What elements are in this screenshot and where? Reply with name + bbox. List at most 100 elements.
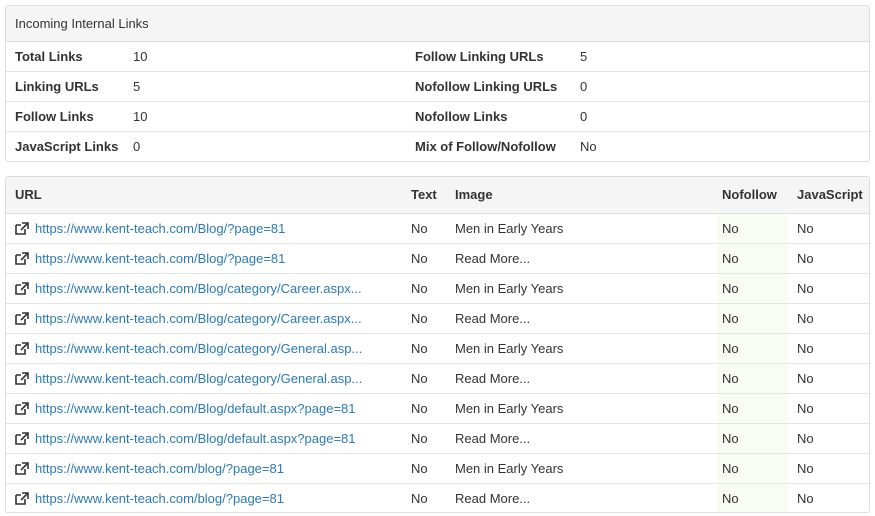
javascript-cell: No — [788, 393, 869, 424]
external-link-icon[interactable] — [15, 221, 29, 235]
url-cell: https://www.kent-teach.com/Blog/?page=81 — [6, 243, 402, 274]
nofollow-cell: No — [717, 333, 788, 364]
nofollow-cell: No — [717, 483, 788, 512]
mix-follow-nofollow-label: Mix of Follow/Nofollow — [415, 139, 556, 154]
table-row: https://www.kent-teach.com/Blog/default.… — [6, 393, 869, 424]
text-cell: No — [411, 490, 428, 506]
summary-stats: Total Links 10 Follow Linking URLs 5 Lin… — [6, 42, 869, 161]
url-cell-content: https://www.kent-teach.com/Blog/default.… — [15, 431, 402, 446]
text-cell: No — [402, 303, 446, 334]
linking-url-link[interactable]: https://www.kent-teach.com/blog/?page=81 — [35, 461, 284, 476]
text-cell: No — [402, 423, 446, 454]
links-table: URL Text Image Nofollow JavaScript https… — [6, 177, 869, 512]
url-cell: https://www.kent-teach.com/Blog/category… — [6, 273, 402, 304]
nofollow-cell: No — [717, 423, 788, 454]
text-cell: No — [402, 243, 446, 274]
linking-urls-label: Linking URLs — [15, 79, 99, 94]
url-cell-content: https://www.kent-teach.com/Blog/category… — [15, 371, 402, 386]
table-row: https://www.kent-teach.com/blog/?page=81… — [6, 453, 869, 484]
linking-url-link[interactable]: https://www.kent-teach.com/Blog/category… — [35, 371, 362, 386]
url-cell: https://www.kent-teach.com/Blog/category… — [6, 333, 402, 364]
javascript-cell: No — [788, 363, 869, 394]
linking-url-link[interactable]: https://www.kent-teach.com/blog/?page=81 — [35, 491, 284, 506]
javascript-links-value: 0 — [133, 139, 141, 154]
external-link-icon[interactable] — [15, 371, 29, 385]
linking-url-link[interactable]: https://www.kent-teach.com/Blog/?page=81 — [35, 221, 285, 236]
nofollow-links-label: Nofollow Links — [415, 109, 508, 124]
linking-url-link[interactable]: https://www.kent-teach.com/Blog/default.… — [35, 401, 356, 416]
nofollow-cell: No — [717, 303, 788, 334]
javascript-cell: No — [797, 490, 814, 506]
nofollow-links-value: 0 — [580, 109, 588, 124]
mix-follow-nofollow-value: No — [580, 139, 597, 154]
external-link-icon[interactable] — [15, 431, 29, 445]
url-cell: https://www.kent-teach.com/Blog/?page=81 — [6, 213, 402, 244]
image-cell: Men in Early Years — [446, 333, 717, 364]
follow-linking-urls-value: 5 — [580, 49, 588, 64]
table-row: https://www.kent-teach.com/Blog/default.… — [6, 423, 869, 454]
javascript-cell: No — [788, 213, 869, 244]
javascript-column-header[interactable]: JavaScript — [788, 177, 869, 214]
nofollow-linking-urls-label: Nofollow Linking URLs — [415, 79, 558, 94]
table-row: https://www.kent-teach.com/Blog/?page=81… — [6, 213, 869, 244]
url-cell-content: https://www.kent-teach.com/Blog/category… — [15, 311, 402, 326]
javascript-cell: No — [788, 423, 869, 454]
url-cell: https://www.kent-teach.com/Blog/category… — [6, 363, 402, 394]
links-table-panel: URL Text Image Nofollow JavaScript https… — [5, 176, 870, 513]
image-cell: Men in Early Years — [446, 393, 717, 424]
stats-row: Linking URLs 5 Nofollow Linking URLs 0 — [6, 72, 869, 102]
text-cell: No — [402, 273, 446, 304]
text-cell: No — [402, 213, 446, 244]
javascript-links-label: JavaScript Links — [15, 139, 119, 154]
image-cell: Men in Early Years — [446, 273, 717, 304]
external-link-icon[interactable] — [15, 341, 29, 355]
external-link-icon[interactable] — [15, 251, 29, 265]
table-row: https://www.kent-teach.com/Blog/category… — [6, 363, 869, 394]
url-cell-content: https://www.kent-teach.com/blog/?page=81 — [15, 461, 402, 476]
javascript-cell: No — [788, 333, 869, 364]
follow-linking-urls-label: Follow Linking URLs — [415, 49, 544, 64]
nofollow-cell: No — [717, 393, 788, 424]
url-cell-content: https://www.kent-teach.com/Blog/?page=81 — [15, 251, 402, 266]
external-link-icon[interactable] — [15, 311, 29, 325]
url-cell: https://www.kent-teach.com/blog/?page=81 — [6, 483, 402, 512]
linking-url-link[interactable]: https://www.kent-teach.com/Blog/category… — [35, 281, 362, 296]
external-link-icon[interactable] — [15, 281, 29, 295]
text-column-header[interactable]: Text — [402, 177, 446, 214]
table-row: https://www.kent-teach.com/Blog/?page=81… — [6, 243, 869, 274]
url-cell-content: https://www.kent-teach.com/blog/?page=81 — [15, 491, 402, 506]
image-cell: Read More... — [446, 363, 717, 394]
nofollow-column-header[interactable]: Nofollow — [717, 177, 788, 214]
image-cell: Read More... — [446, 303, 717, 334]
linking-url-link[interactable]: https://www.kent-teach.com/Blog/?page=81 — [35, 251, 285, 266]
image-cell: Men in Early Years — [446, 213, 717, 244]
nofollow-cell: No — [717, 453, 788, 484]
linking-url-link[interactable]: https://www.kent-teach.com/Blog/category… — [35, 311, 362, 326]
stats-row: Follow Links 10 Nofollow Links 0 — [6, 102, 869, 132]
links-table-body: https://www.kent-teach.com/Blog/?page=81… — [6, 213, 869, 512]
total-links-value: 10 — [133, 49, 148, 64]
linking-url-link[interactable]: https://www.kent-teach.com/Blog/default.… — [35, 431, 356, 446]
nofollow-linking-urls-value: 0 — [580, 79, 588, 94]
panel-title: Incoming Internal Links — [6, 6, 869, 42]
stats-row: Total Links 10 Follow Linking URLs 5 — [6, 42, 869, 72]
image-column-header[interactable]: Image — [446, 177, 717, 214]
table-row: https://www.kent-teach.com/Blog/category… — [6, 303, 869, 334]
table-header-row: URL Text Image Nofollow JavaScript — [6, 177, 869, 214]
external-link-icon[interactable] — [15, 461, 29, 475]
follow-links-value: 10 — [133, 109, 148, 124]
url-cell-content: https://www.kent-teach.com/Blog/?page=81 — [15, 221, 402, 236]
total-links-label: Total Links — [15, 49, 83, 64]
external-link-icon[interactable] — [15, 401, 29, 415]
linking-url-link[interactable]: https://www.kent-teach.com/Blog/category… — [35, 341, 362, 356]
javascript-cell: No — [788, 453, 869, 484]
external-link-icon[interactable] — [15, 491, 29, 505]
javascript-cell: No — [788, 273, 869, 304]
nofollow-cell: No — [717, 213, 788, 244]
url-cell: https://www.kent-teach.com/Blog/default.… — [6, 393, 402, 424]
javascript-cell: No — [788, 303, 869, 334]
url-cell: https://www.kent-teach.com/Blog/category… — [6, 303, 402, 334]
url-cell-content: https://www.kent-teach.com/Blog/default.… — [15, 401, 402, 416]
url-column-header[interactable]: URL — [6, 177, 402, 214]
table-row: https://www.kent-teach.com/Blog/category… — [6, 333, 869, 364]
